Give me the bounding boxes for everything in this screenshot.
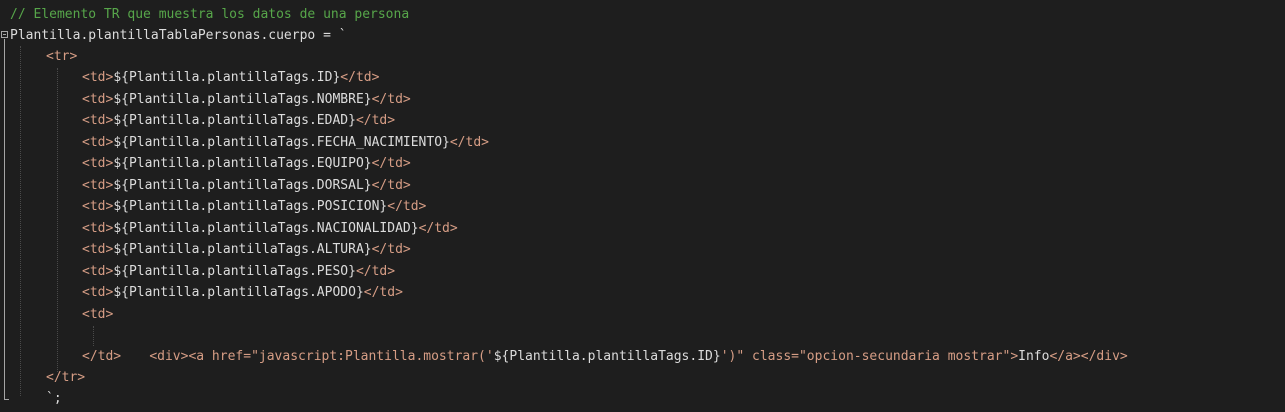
td-close-tag: </td> bbox=[449, 134, 489, 150]
class-value: "opcion-secundaria mostrar" bbox=[798, 349, 1011, 364]
code-tr-close-line[interactable]: </tr> bbox=[46, 367, 85, 388]
td-close-tag: </td> bbox=[418, 220, 458, 236]
td-close-tag: </td> bbox=[363, 285, 403, 300]
td-open-tag: <td> bbox=[82, 285, 114, 300]
href-end: ')" bbox=[720, 349, 745, 364]
template-expression: ${Plantilla.plantillaTags.EDAD} bbox=[113, 113, 356, 128]
code-td-line[interactable]: <td>${Plantilla.plantillaTags.PESO}</td> bbox=[82, 261, 395, 282]
template-expression: ${Plantilla.plantillaTags.ALTURA} bbox=[113, 242, 372, 257]
td-open-tag: <td> bbox=[82, 70, 114, 85]
href-value: "javascript:Plantilla.mostrar(' bbox=[251, 349, 494, 364]
div-open-tag: <div> bbox=[149, 349, 189, 364]
template-expression: ${Plantilla.plantillaTags.NOMBRE} bbox=[113, 91, 372, 107]
template-expression: ${Plantilla.plantillaTags.EQUIPO} bbox=[113, 156, 372, 171]
code-terminator-line[interactable]: `; bbox=[46, 388, 62, 409]
td-close-tag: </td> bbox=[371, 91, 411, 107]
code-td-line[interactable]: <td>${Plantilla.plantillaTags.POSICION}<… bbox=[82, 196, 426, 217]
code-td-open-line[interactable]: <td> bbox=[82, 304, 113, 325]
code-editor[interactable]: // Elemento TR que muestra los datos de … bbox=[0, 0, 1285, 412]
code-td-close-line[interactable]: </td> bbox=[82, 346, 121, 367]
code-td-line[interactable]: <td>${Plantilla.plantillaTags.ALTURA}</t… bbox=[82, 239, 411, 260]
td-open-tag: <td> bbox=[82, 242, 114, 257]
href-expression: ${Plantilla.plantillaTags.ID} bbox=[493, 349, 721, 364]
collapse-icon[interactable] bbox=[1, 31, 8, 38]
fold-guide-line bbox=[4, 39, 5, 399]
template-expression: ${Plantilla.plantillaTags.NACIONALIDAD} bbox=[113, 220, 419, 236]
code-declaration-line[interactable]: Plantilla.plantillaTablaPersonas.cuerpo … bbox=[10, 25, 347, 46]
td-open-tag: <td> bbox=[82, 91, 114, 107]
link-text: Info bbox=[1018, 349, 1050, 364]
code-td-line[interactable]: <td>${Plantilla.plantillaTags.APODO}</td… bbox=[82, 282, 403, 303]
code-td-line[interactable]: <td>${Plantilla.plantillaTags.EDAD}</td> bbox=[82, 110, 395, 131]
td-open-tag: <td> bbox=[82, 220, 114, 236]
td-close-tag: </td> bbox=[355, 263, 396, 279]
td-open-tag: <td> bbox=[82, 156, 114, 171]
anchor-open-start: <a href= bbox=[188, 349, 252, 364]
template-expression: ${Plantilla.plantillaTags.APODO} bbox=[113, 285, 364, 300]
td-close-tag: </td> bbox=[387, 199, 427, 214]
code-div-line[interactable]: <div><a href="javascript:Plantilla.mostr… bbox=[118, 325, 1127, 364]
td-open-tag: <td> bbox=[82, 113, 114, 128]
code-td-line[interactable]: <td>${Plantilla.plantillaTags.NACIONALID… bbox=[82, 218, 458, 239]
td-close-tag: </td> bbox=[371, 177, 411, 193]
td-close-tag: </td> bbox=[355, 113, 396, 128]
code-comment-line[interactable]: // Elemento TR que muestra los datos de … bbox=[10, 4, 409, 25]
indent-guide-1 bbox=[20, 46, 21, 396]
code-td-line[interactable]: <td>${Plantilla.plantillaTags.NOMBRE}</t… bbox=[82, 89, 411, 110]
td-open-tag: <td> bbox=[82, 263, 114, 279]
template-expression: ${Plantilla.plantillaTags.POSICION} bbox=[113, 199, 388, 214]
td-open-tag: <td> bbox=[82, 199, 114, 214]
code-td-line[interactable]: <td>${Plantilla.plantillaTags.DORSAL}</t… bbox=[82, 175, 411, 196]
td-open-tag: <td> bbox=[82, 177, 114, 193]
code-td-line[interactable]: <td>${Plantilla.plantillaTags.EQUIPO}</t… bbox=[82, 153, 411, 174]
template-expression: ${Plantilla.plantillaTags.ID} bbox=[113, 70, 341, 85]
td-close-tag: </td> bbox=[371, 242, 411, 257]
td-open-tag: <td> bbox=[82, 134, 114, 150]
anchor-close-bracket: > bbox=[1010, 349, 1019, 364]
code-td-line[interactable]: <td>${Plantilla.plantillaTags.FECHA_NACI… bbox=[82, 132, 489, 153]
fold-guide-end bbox=[4, 399, 9, 400]
td-close-tag: </td> bbox=[340, 70, 380, 85]
class-attribute: class= bbox=[744, 349, 799, 364]
div-close-tag: </div> bbox=[1080, 349, 1128, 364]
code-td-line[interactable]: <td>${Plantilla.plantillaTags.ID}</td> bbox=[82, 67, 379, 88]
code-tr-open-line[interactable]: <tr> bbox=[46, 46, 77, 67]
td-close-tag: </td> bbox=[371, 156, 411, 171]
indent-guide-3 bbox=[93, 326, 94, 346]
template-expression: ${Plantilla.plantillaTags.PESO} bbox=[113, 263, 356, 279]
anchor-close-tag: </a> bbox=[1049, 349, 1081, 364]
template-expression: ${Plantilla.plantillaTags.DORSAL} bbox=[113, 177, 372, 193]
template-expression: ${Plantilla.plantillaTags.FECHA_NACIMIEN… bbox=[113, 134, 450, 150]
indent-guide-2 bbox=[57, 68, 58, 372]
